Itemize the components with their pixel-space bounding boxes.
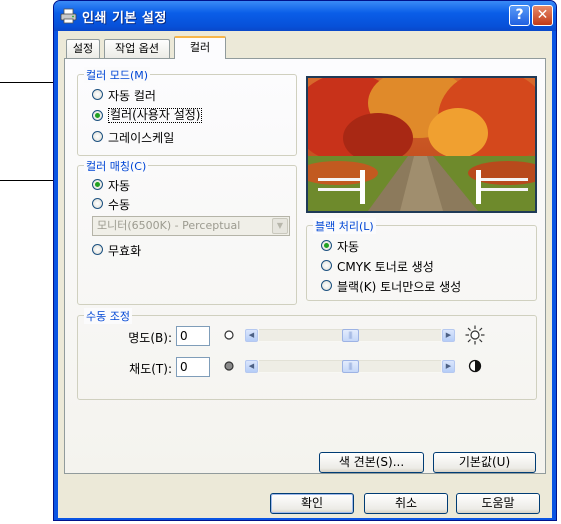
- radio-color-custom-circle[interactable]: [92, 110, 103, 121]
- window-title: 인쇄 기본 설정: [82, 11, 167, 26]
- radio-grayscale[interactable]: 그레이스케일: [92, 129, 252, 145]
- profile-select[interactable]: 모니터(6500K) - Perceptual ▼: [92, 216, 290, 236]
- radio-black-k-only-circle[interactable]: [321, 280, 332, 291]
- radio-black-cmyk-circle[interactable]: [321, 260, 332, 271]
- help-button[interactable]: 도움말: [456, 493, 540, 514]
- saturation-increase-button[interactable]: ▶: [442, 360, 455, 373]
- color-matching-legend: 컬러 매칭(C): [84, 158, 149, 174]
- color-preview-image: [306, 76, 537, 213]
- cancel-button[interactable]: 취소: [364, 493, 448, 514]
- brightness-slider-thumb[interactable]: |||: [341, 329, 359, 342]
- radio-match-disable-circle[interactable]: [92, 244, 103, 255]
- color-swatch-button[interactable]: 색 견본(S)...: [319, 452, 424, 473]
- color-mode-group: 컬러 모드(M) 자동 컬러 컬러(사용자 설정) 그레이스케일: [77, 67, 297, 156]
- saturation-high-icon: [468, 359, 482, 376]
- radio-grayscale-circle[interactable]: [92, 131, 103, 142]
- radio-black-k-only[interactable]: 블랙(K) 토너만으로 생성: [321, 278, 521, 294]
- help-title-button[interactable]: ?: [509, 5, 530, 26]
- radio-black-cmyk[interactable]: CMYK 토너로 생성: [321, 258, 511, 274]
- radio-match-auto-circle[interactable]: [92, 179, 103, 190]
- black-processing-legend: 블랙 처리(L): [313, 218, 376, 234]
- brightness-decrease-button[interactable]: ◀: [245, 329, 258, 342]
- brightness-low-icon: [223, 329, 235, 344]
- ok-button[interactable]: 확인: [270, 493, 354, 514]
- radio-black-auto[interactable]: 자동: [321, 238, 501, 254]
- radio-match-disable[interactable]: 무효화: [92, 242, 212, 258]
- radio-black-k-only-label: 블랙(K) 토너만으로 생성: [337, 280, 462, 294]
- radio-black-auto-circle[interactable]: [321, 240, 332, 251]
- radio-match-disable-label: 무효화: [108, 244, 142, 258]
- color-mode-legend: 컬러 모드(M): [84, 67, 151, 83]
- printer-icon: [60, 8, 77, 24]
- black-processing-group: 블랙 처리(L) 자동 CMYK 토너로 생성 블랙(K) 토너만으로 생성: [306, 218, 537, 301]
- radio-auto-color-label: 자동 컬러: [108, 89, 156, 103]
- chevron-down-icon[interactable]: ▼: [272, 218, 288, 234]
- brightness-label: 명도(B):: [128, 331, 172, 345]
- defaults-button[interactable]: 기본값(U): [433, 452, 536, 473]
- tab-settings[interactable]: 설정: [66, 39, 100, 58]
- tab-job-options[interactable]: 작업 옵션: [104, 39, 170, 58]
- dialog-body: 설정 작업 옵션 컬러 컬러 모드(M) 자동 컬러 컬러(사용자 설정) 그레…: [58, 31, 552, 518]
- brightness-high-icon: [465, 325, 485, 348]
- profile-select-value: 모니터(6500K) - Perceptual: [97, 219, 241, 232]
- print-preferences-window: 인쇄 기본 설정 ? ✕ 설정 작업 옵션 컬러 컬러 모드(M) 자동 컬러 …: [53, 0, 557, 521]
- radio-grayscale-label: 그레이스케일: [108, 131, 175, 145]
- color-matching-group: 컬러 매칭(C) 자동 수동 모니터(6500K) - Perceptual ▼…: [77, 158, 297, 305]
- saturation-low-icon: [223, 360, 235, 375]
- title-bar[interactable]: 인쇄 기본 설정 ? ✕: [54, 1, 556, 31]
- radio-match-auto-label: 자동: [108, 179, 131, 193]
- color-tab-panel: 컬러 모드(M) 자동 컬러 컬러(사용자 설정) 그레이스케일 컬러 매칭(C…: [64, 58, 546, 474]
- saturation-slider-thumb[interactable]: |||: [341, 360, 359, 373]
- radio-match-auto[interactable]: 자동: [92, 177, 212, 193]
- saturation-label: 채도(T):: [129, 362, 172, 376]
- close-button[interactable]: ✕: [532, 5, 553, 26]
- radio-auto-color[interactable]: 자동 컬러: [92, 87, 252, 103]
- autumn-road-photo: [308, 78, 535, 211]
- brightness-input[interactable]: 0: [176, 326, 210, 346]
- saturation-decrease-button[interactable]: ◀: [245, 360, 258, 373]
- radio-color-custom-label: 컬러(사용자 설정): [108, 108, 203, 123]
- manual-adjust-legend: 수동 조정: [84, 308, 132, 324]
- radio-black-auto-label: 자동: [337, 240, 360, 254]
- radio-black-cmyk-label: CMYK 토너로 생성: [337, 260, 434, 274]
- radio-match-manual-circle[interactable]: [92, 198, 103, 209]
- radio-color-custom[interactable]: 컬러(사용자 설정): [92, 108, 252, 124]
- radio-auto-color-circle[interactable]: [92, 89, 103, 100]
- brightness-increase-button[interactable]: ▶: [442, 329, 455, 342]
- manual-adjust-group: 수동 조정 명도(B): 0 ◀ ||| ▶ 채도(T): 0 ◀ ||| ▶: [77, 308, 537, 400]
- tab-color[interactable]: 컬러: [174, 36, 226, 59]
- saturation-input[interactable]: 0: [176, 357, 210, 377]
- radio-match-manual-label: 수동: [108, 198, 131, 212]
- radio-match-manual[interactable]: 수동: [92, 196, 212, 212]
